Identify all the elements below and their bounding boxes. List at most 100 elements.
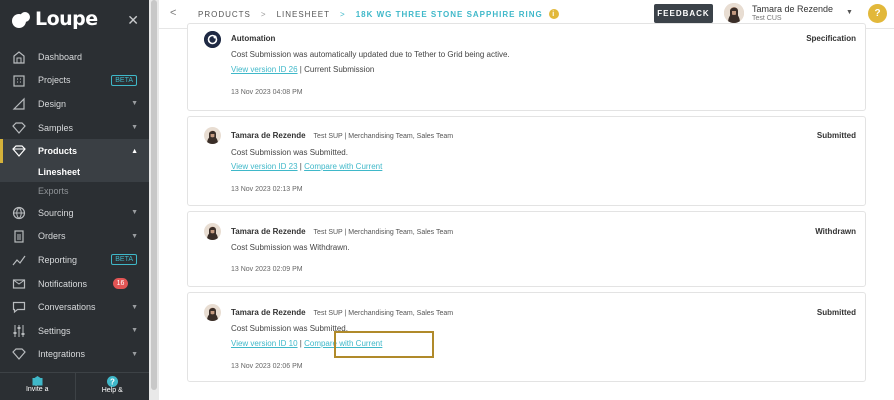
sidebar-item-dashboard[interactable]: Dashboard <box>0 45 149 69</box>
logo-text: Loupe <box>35 8 98 30</box>
globe-icon <box>11 205 27 221</box>
sidebar-item-label: Products <box>38 146 78 157</box>
chevron-down-icon: ▼ <box>131 100 138 108</box>
activity-author: Tamara de Rezende Test SUP | Merchandisin… <box>231 131 453 140</box>
sidebar-item-label: Design <box>38 98 67 109</box>
sidebar-item-label: Dashboard <box>38 51 83 62</box>
sidebar-item-label: Orders <box>38 231 66 242</box>
activity-author: Automation <box>231 34 276 43</box>
help-icon: ? <box>106 376 118 387</box>
sidebar-subitem-linesheet[interactable]: Linesheet <box>0 162 149 182</box>
sidebar-item-label: Sourcing <box>38 207 74 218</box>
user-org: Test CUS <box>752 15 782 22</box>
chevron-down-icon: ▼ <box>131 232 138 240</box>
current-submission-label: Current Submission <box>304 65 375 74</box>
sidebar-nav: Dashboard Projects BETA Design ▼ Samples… <box>0 45 149 366</box>
invite-icon <box>32 376 43 386</box>
sidebar-item-conversations[interactable]: Conversations ▼ <box>0 295 149 319</box>
view-version-link[interactable]: View version ID 10 <box>231 339 298 348</box>
sidebar-item-products[interactable]: Products ▲ <box>0 139 149 163</box>
activity-status: Specification <box>806 34 856 43</box>
activity-author: Tamara de Rezende Test SUP | Merchandisin… <box>231 227 453 236</box>
author-name: Tamara de Rezende <box>231 131 306 140</box>
activity-timestamp: 13 Nov 2023 02:09 PM <box>231 266 303 273</box>
activity-status: Submitted <box>816 308 856 317</box>
chart-line-icon <box>11 252 27 268</box>
chevron-down-icon: ▼ <box>131 303 138 311</box>
sidebar-item-samples[interactable]: Samples ▼ <box>0 116 149 140</box>
ruler-icon <box>11 96 27 112</box>
user-menu-caret-icon[interactable]: ▼ <box>846 9 853 16</box>
sidebar-item-orders[interactable]: Orders ▼ <box>0 225 149 249</box>
sidebar-item-label: Conversations <box>38 302 96 313</box>
envelope-icon <box>11 276 27 292</box>
scrollbar-thumb[interactable] <box>151 0 157 390</box>
activity-feed: Automation Specification Cost Submission… <box>159 23 894 400</box>
activity-message: Cost Submission was Submitted. <box>231 324 348 333</box>
help-label: Help & <box>101 387 123 394</box>
activity-status: Submitted <box>816 131 856 140</box>
beta-badge: BETA <box>111 254 137 266</box>
chevron-right-icon: > <box>340 9 346 19</box>
user-name[interactable]: Tamara de Rezende <box>752 4 833 14</box>
close-icon[interactable]: ✕ <box>127 12 139 29</box>
activity-message: Cost Submission was automatically update… <box>231 50 510 59</box>
chevron-up-icon: ▲ <box>131 147 138 155</box>
author-team: Test SUP | Merchandising Team, Sales Tea… <box>313 229 454 236</box>
author-team: Test SUP | Merchandising Team, Sales Tea… <box>313 133 454 140</box>
sidebar-item-projects[interactable]: Projects BETA <box>0 69 149 93</box>
chat-icon <box>11 299 27 315</box>
network-icon <box>11 346 27 362</box>
sidebar-bottom-bar: Invite a ? Help & <box>0 372 149 400</box>
compare-with-current-link[interactable]: Compare with Current <box>304 162 382 171</box>
sidebar-item-sourcing[interactable]: Sourcing ▼ <box>0 201 149 225</box>
back-chevron-icon[interactable]: < <box>170 7 176 19</box>
clipboard-icon <box>11 228 27 244</box>
sidebar-item-settings[interactable]: Settings ▼ <box>0 319 149 343</box>
sidebar-subitem-exports[interactable]: Exports <box>0 182 149 201</box>
author-team: Test SUP | Merchandising Team, Sales Tea… <box>313 310 454 317</box>
feedback-button[interactable]: FEEDBACK <box>654 4 713 23</box>
sidebar-item-label: Notifications <box>38 278 88 289</box>
author-name: Tamara de Rezende <box>231 308 306 317</box>
breadcrumb-products[interactable]: PRODUCTS <box>198 10 251 19</box>
sidebar-item-integrations[interactable]: Integrations ▼ <box>0 343 149 367</box>
author-name: Tamara de Rezende <box>231 227 306 236</box>
activity-status: Withdrawn <box>815 227 856 236</box>
activity-timestamp: 13 Nov 2023 02:13 PM <box>231 186 303 193</box>
automation-avatar-icon <box>204 31 221 48</box>
chevron-right-icon: > <box>260 9 267 19</box>
view-version-link[interactable]: View version ID 23 <box>231 162 298 171</box>
breadcrumb-linesheet[interactable]: LINESHEET <box>277 10 330 19</box>
sidebar: Loupe ✕ Dashboard Projects BETA Design ▼ <box>0 0 149 400</box>
activity-timestamp: 13 Nov 2023 02:06 PM <box>231 363 303 370</box>
info-icon[interactable]: i <box>548 9 559 19</box>
building-icon <box>11 72 27 88</box>
chevron-down-icon: ▼ <box>131 350 138 358</box>
breadcrumb-current-product: 18K WG THREE STONE SAPPHIRE RING <box>355 9 543 19</box>
invite-button[interactable]: Invite a <box>0 373 75 400</box>
beta-badge: BETA <box>111 74 137 86</box>
sidebar-item-notifications[interactable]: Notifications 16 <box>0 272 149 296</box>
sidebar-item-reporting[interactable]: Reporting BETA <box>0 248 149 272</box>
activity-message: Cost Submission was Submitted. <box>231 148 348 157</box>
activity-links: View version ID 23 | Compare with Curren… <box>231 162 382 171</box>
activity-card: Tamara de Rezende Test SUP | Merchandisin… <box>187 116 866 206</box>
logo-row: Loupe ✕ <box>0 0 149 40</box>
home-icon <box>11 49 27 65</box>
svg-text:?: ? <box>110 378 115 387</box>
sidebar-item-design[interactable]: Design ▼ <box>0 92 149 116</box>
help-circle-button[interactable]: ? <box>868 4 887 23</box>
view-version-link[interactable]: View version ID 26 <box>231 65 298 74</box>
user-avatar[interactable] <box>724 3 744 23</box>
sidebar-item-label: Projects <box>38 75 71 86</box>
activity-author: Tamara de Rezende Test SUP | Merchandisin… <box>231 308 453 317</box>
activity-links: View version ID 26 | Current Submission <box>231 65 374 74</box>
user-avatar <box>204 127 221 144</box>
sliders-icon <box>11 323 27 339</box>
activity-card: Automation Specification Cost Submission… <box>187 23 866 111</box>
user-avatar <box>204 304 221 321</box>
chevron-down-icon: ▼ <box>131 209 138 217</box>
diamond-icon <box>11 143 27 159</box>
help-button[interactable]: ? Help & <box>74 373 150 400</box>
